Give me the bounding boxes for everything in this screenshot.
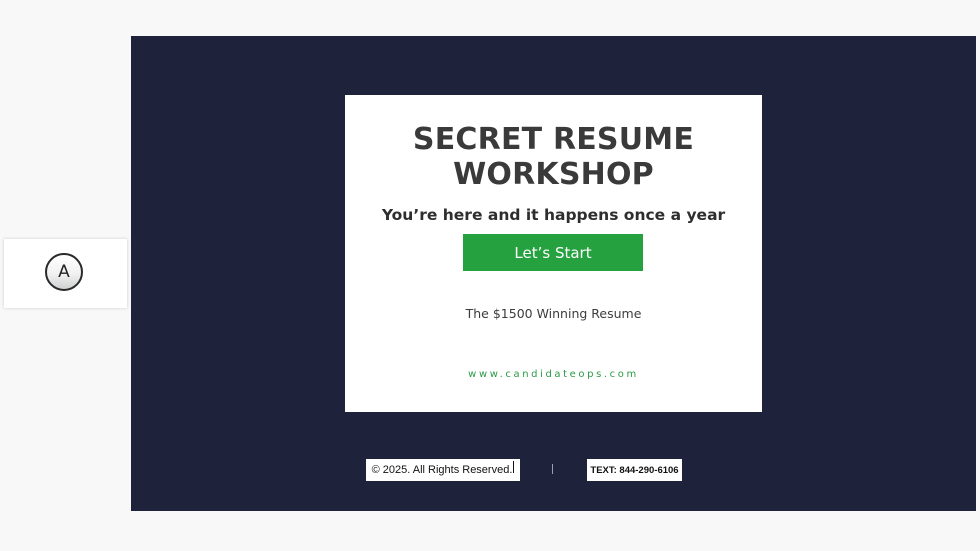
resume-tagline: The $1500 Winning Resume [465,306,642,321]
hero-section: SECRET RESUME WORKSHOP You’re here and i… [131,36,976,511]
website-link[interactable]: www.candidateops.com [345,369,762,380]
a-circle-button[interactable]: A [45,253,83,291]
copyright-notice: © 2025. All Rights Reserved. [366,459,520,481]
card-subtitle: You’re here and it happens once a year [381,206,726,224]
lets-start-label: Let’s Start [514,243,592,262]
workshop-card: SECRET RESUME WORKSHOP You’re here and i… [345,95,762,412]
title-line-1: SECRET RESUME [412,122,695,157]
lets-start-button[interactable]: Let’s Start [463,234,643,271]
footer-divider [552,464,553,474]
copyright-text: © 2025. All Rights Reserved. [371,464,513,476]
text-contact-value: TEXT: 844-290-6106 [590,464,679,476]
text-contact: TEXT: 844-290-6106 [587,459,682,481]
side-widget-panel: A [4,239,127,308]
a-circle-button-label: A [58,262,70,282]
title-line-2: WORKSHOP [453,157,654,192]
text-cursor [513,461,515,473]
page-title: SECRET RESUME WORKSHOP [345,122,762,192]
